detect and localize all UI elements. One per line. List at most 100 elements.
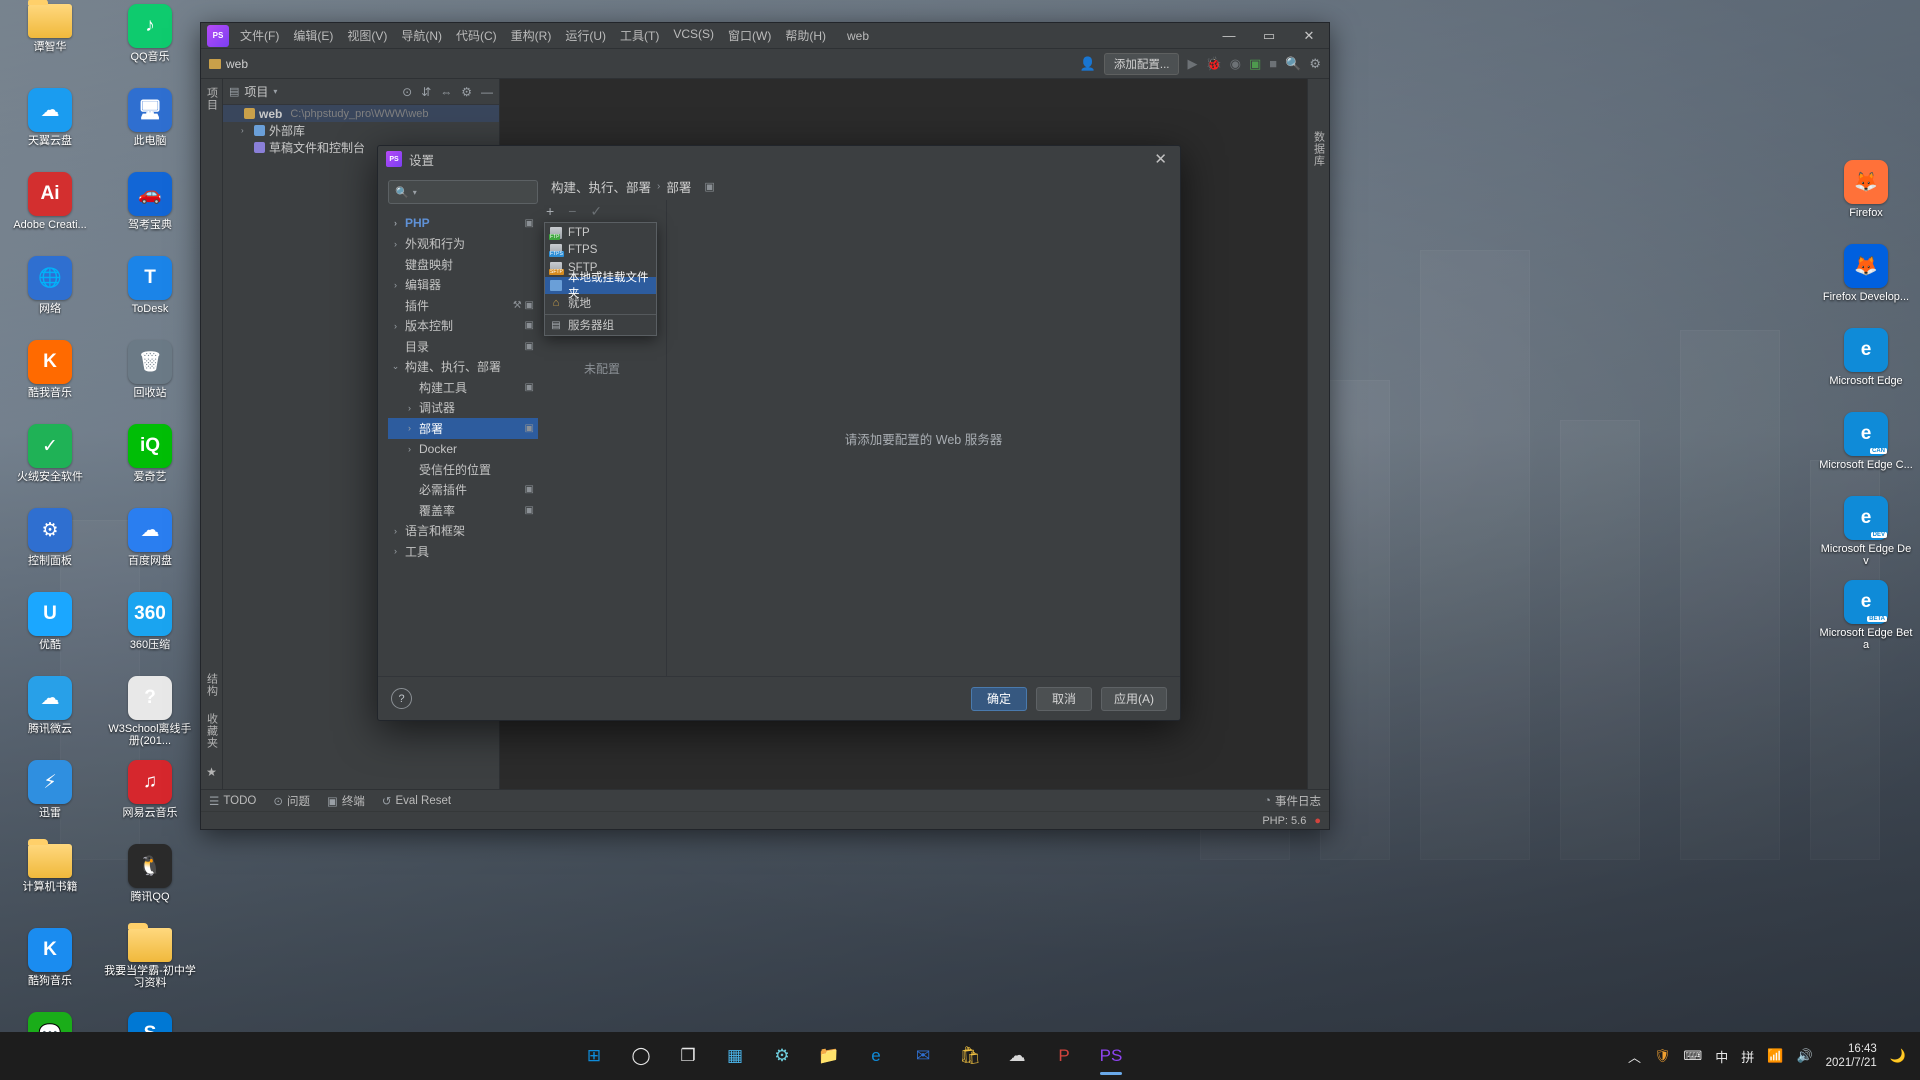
chevron-right-icon[interactable]: › xyxy=(390,321,401,331)
settings-tree-item[interactable]: › 语言和框架 xyxy=(388,521,538,542)
desktop-icon[interactable]: e BETA Microsoft Edge Beta xyxy=(1816,580,1916,660)
chevron-down-icon[interactable]: ▾ xyxy=(413,188,417,197)
maximize-button[interactable]: ▭ xyxy=(1249,23,1289,49)
settings-tree-item[interactable]: › 部署 ▣ xyxy=(388,418,538,439)
settings-tree-item[interactable]: › Docker xyxy=(388,439,538,460)
taskbar-start-windows[interactable]: ⊞ xyxy=(574,1036,614,1076)
desktop-icon[interactable]: T ToDesk xyxy=(100,256,200,336)
tool-window-structure[interactable]: 结构 xyxy=(204,673,220,697)
desktop-icon[interactable]: e CAN Microsoft Edge C... xyxy=(1816,412,1916,492)
chevron-right-icon[interactable]: › xyxy=(404,444,415,454)
settings-tree-item[interactable]: ⌄ 构建、执行、部署 xyxy=(388,357,538,378)
pin-icon[interactable]: ▣ xyxy=(704,180,714,193)
desktop-icon[interactable]: iQ 爱奇艺 xyxy=(100,424,200,504)
status-eval-reset[interactable]: ↺ Eval Reset xyxy=(382,794,451,808)
set-default-button[interactable]: ✓ xyxy=(590,203,602,220)
minimize-button[interactable]: — xyxy=(1209,23,1249,49)
taskbar-phpstudy[interactable]: P xyxy=(1044,1036,1084,1076)
coverage-icon[interactable]: ▣ xyxy=(1249,56,1261,72)
lang-mode-icon[interactable]: 中 xyxy=(1715,1047,1728,1066)
settings-tree-item[interactable]: › 调试器 xyxy=(388,398,538,419)
breadcrumb[interactable]: web xyxy=(226,57,248,71)
add-configuration-button[interactable]: 添加配置... xyxy=(1103,52,1180,75)
project-panel-action[interactable]: ⇵ xyxy=(421,85,431,99)
status-todo[interactable]: ☰ TODO xyxy=(209,794,256,808)
search-icon[interactable]: 🔍 xyxy=(1285,56,1301,72)
chevron-right-icon[interactable]: › xyxy=(241,126,250,135)
chevron-right-icon[interactable]: › xyxy=(390,280,401,290)
desktop-icon[interactable]: ⚙ 控制面板 xyxy=(0,508,100,588)
taskbar-store[interactable]: 🛍 xyxy=(950,1036,990,1076)
tool-window-database[interactable]: 数据库 xyxy=(1311,131,1327,167)
project-panel-actions[interactable]: ⊙ ⇵ ⇔ ⚙ — xyxy=(402,85,493,99)
project-tree-row[interactable]: web C:\phpstudy_pro\WWW\web xyxy=(223,105,499,122)
add-server-button[interactable]: + xyxy=(546,203,554,219)
add-server-type-dropdown[interactable]: FTP FTP FTPS FTPS SFTP SFTP 本地或挂载文件夹 ⌂ 就地 ▤ 服务器组 xyxy=(544,222,657,336)
gear-icon[interactable]: ⚙ xyxy=(1309,56,1321,72)
desktop-icon[interactable]: 🦊 Firefox xyxy=(1816,160,1916,240)
clock[interactable]: 16:43 2021/7/21 xyxy=(1826,1042,1877,1070)
desktop-icon[interactable]: 360 360压缩 xyxy=(100,592,200,672)
settings-tree-item[interactable]: 必需插件 ▣ xyxy=(388,480,538,501)
ide-menu-bar[interactable]: 文件(F) 编辑(E) 视图(V) 导航(N) 代码(C) 重构(R) 运行(U) 工具(T)… xyxy=(233,23,833,48)
desktop-icon[interactable]: 我要当学霸-初中学习资料 xyxy=(100,923,200,1008)
tool-window-project[interactable]: 项目 xyxy=(204,87,220,111)
desktop-icon[interactable]: K 酷我音乐 xyxy=(0,340,100,420)
chevron-down-icon[interactable]: ▾ xyxy=(273,87,277,96)
shield-icon[interactable]: 🛡 xyxy=(1654,1048,1671,1064)
desktop-icon[interactable]: 🌐 网络 xyxy=(0,256,100,336)
dropdown-item[interactable]: 本地或挂载文件夹 xyxy=(545,272,656,300)
desktop-icon[interactable]: ✓ 火绒安全软件 xyxy=(0,424,100,504)
menu-item[interactable]: 文件(F) xyxy=(233,23,286,48)
menu-item[interactable]: 视图(V) xyxy=(340,23,394,48)
chevron-down-icon[interactable]: ⌄ xyxy=(390,361,401,372)
menu-item[interactable]: VCS(S) xyxy=(666,23,721,48)
menu-item[interactable]: 帮助(H) xyxy=(778,23,833,48)
taskbar-file-explorer[interactable]: 📁 xyxy=(809,1036,849,1076)
volume-icon[interactable]: 🔊 xyxy=(1796,1048,1812,1064)
close-button[interactable]: ✕ xyxy=(1289,23,1329,49)
account-icon[interactable]: 👤 xyxy=(1080,56,1096,72)
settings-tree-item[interactable]: 目录 ▣ xyxy=(388,336,538,357)
status-php-version[interactable]: PHP: 5.6 xyxy=(1262,815,1306,827)
run-icon[interactable]: ▶ xyxy=(1187,56,1197,72)
settings-tree-item[interactable]: 构建工具 ▣ xyxy=(388,377,538,398)
dropdown-item[interactable]: FTPS FTPS xyxy=(545,242,656,260)
settings-tree-item[interactable]: 键盘映射 xyxy=(388,254,538,275)
chevron-right-icon[interactable]: › xyxy=(404,423,415,433)
desktop-icon[interactable]: ☁ 天翼云盘 xyxy=(0,88,100,168)
keyboard-icon[interactable]: ⌨ xyxy=(1683,1048,1702,1064)
taskbar-weather[interactable]: ☁ xyxy=(997,1036,1037,1076)
help-button[interactable]: ? xyxy=(391,688,412,709)
settings-tree-item[interactable]: 插件 ⚒ ▣ xyxy=(388,295,538,316)
desktop-icon[interactable]: ☁ 腾讯微云 xyxy=(0,676,100,756)
chevron-up-icon[interactable]: ︿ xyxy=(1628,1047,1641,1066)
settings-search-box[interactable]: 🔍 ▾ xyxy=(388,180,576,204)
project-panel-action[interactable]: ⇔ xyxy=(440,85,452,99)
taskbar-phpstorm[interactable]: PS xyxy=(1091,1036,1131,1076)
desktop-icon[interactable]: U 优酷 xyxy=(0,592,100,672)
wifi-icon[interactable]: 📶 xyxy=(1767,1048,1783,1064)
desktop-icon[interactable]: 🐧 腾讯QQ xyxy=(100,844,200,924)
desktop-icon[interactable]: 谭智华 xyxy=(0,0,100,84)
desktop-icon[interactable]: e Microsoft Edge xyxy=(1816,328,1916,408)
settings-tree-item[interactable]: 受信任的位置 xyxy=(388,459,538,480)
menu-item[interactable]: 工具(T) xyxy=(613,23,666,48)
lang-pinyin-icon[interactable]: 拼 xyxy=(1741,1047,1754,1066)
dropdown-item[interactable]: FTP FTP xyxy=(545,224,656,242)
menu-item[interactable]: 导航(N) xyxy=(394,23,449,48)
debug-icon[interactable]: 🐞 xyxy=(1205,56,1221,72)
tool-window-favorites[interactable]: 收藏夹 xyxy=(204,713,220,749)
taskbar-task-view[interactable]: ❐ xyxy=(668,1036,708,1076)
settings-tree-item[interactable]: 覆盖率 ▣ xyxy=(388,500,538,521)
chevron-right-icon[interactable]: › xyxy=(404,403,415,413)
desktop-icon[interactable]: 🚗 驾考宝典 xyxy=(100,172,200,252)
close-icon[interactable]: ✕ xyxy=(1149,150,1172,168)
status-problems[interactable]: ⊙ 问题 xyxy=(273,793,310,809)
project-panel-title[interactable]: 项目 xyxy=(244,83,268,100)
project-panel-action[interactable]: ⚙ xyxy=(461,85,472,99)
project-tree-row[interactable]: › 外部库 xyxy=(223,122,499,139)
dropdown-item[interactable]: ▤ 服务器组 xyxy=(545,317,656,335)
stop-icon[interactable]: ■ xyxy=(1269,56,1277,71)
chevron-right-icon[interactable]: › xyxy=(390,546,401,556)
